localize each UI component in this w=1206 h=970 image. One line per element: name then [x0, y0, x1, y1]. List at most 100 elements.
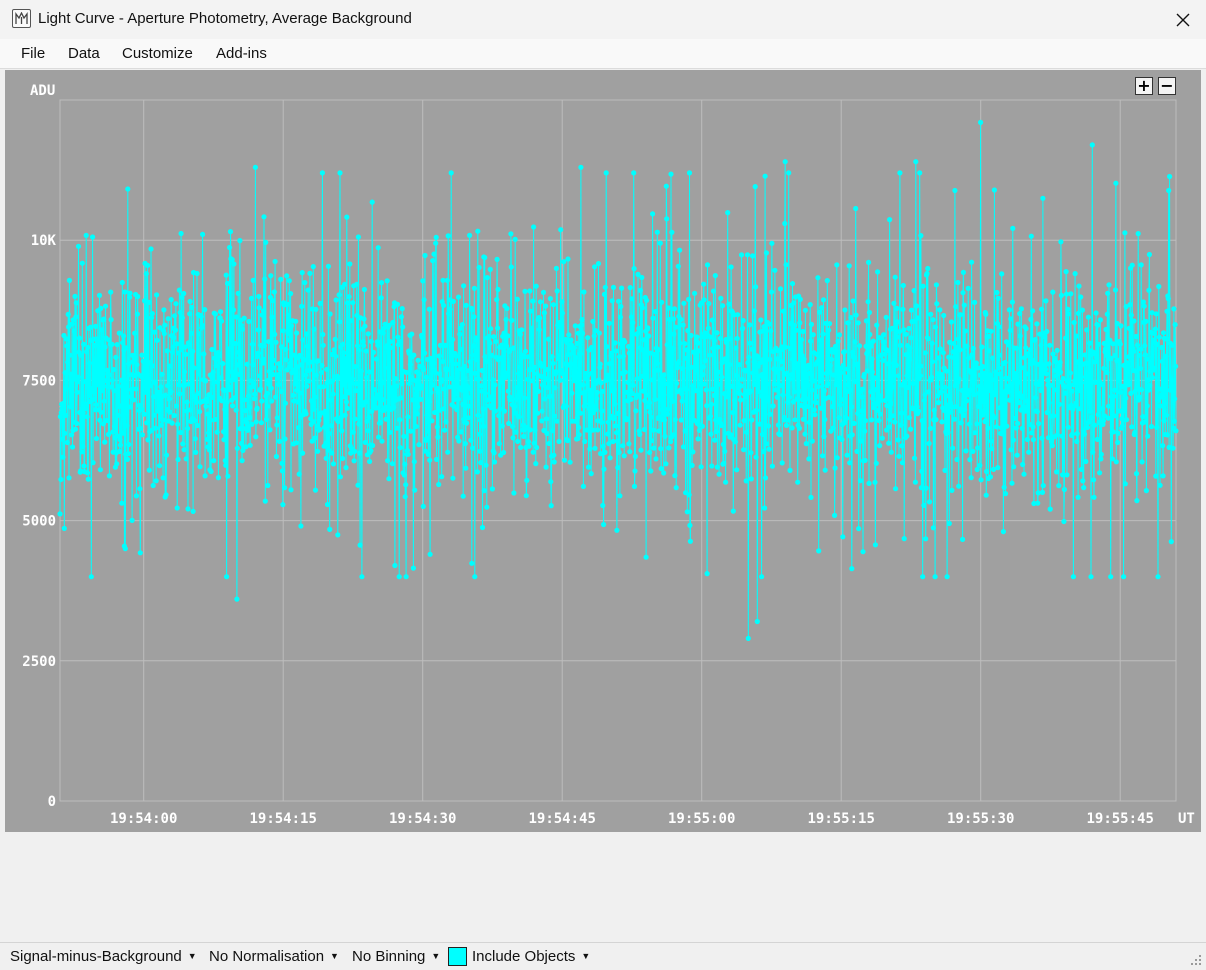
data-point — [307, 359, 313, 365]
data-point — [181, 290, 187, 297]
data-point — [341, 350, 347, 356]
data-point — [717, 335, 724, 341]
data-point — [350, 429, 356, 435]
data-point — [793, 361, 800, 367]
data-point — [713, 429, 719, 435]
data-point — [1144, 403, 1150, 409]
data-point — [872, 542, 879, 548]
data-point — [687, 538, 694, 544]
data-point — [718, 295, 724, 301]
data-point — [117, 448, 123, 454]
data-point — [997, 371, 1004, 377]
data-point — [756, 421, 763, 427]
menu-file[interactable]: File — [21, 45, 45, 62]
menu-customize[interactable]: Customize — [122, 45, 193, 62]
data-point — [737, 391, 743, 397]
data-point — [96, 364, 102, 370]
zoom-out-button[interactable]: − — [1158, 77, 1176, 95]
data-point — [700, 364, 706, 370]
data-point — [1129, 424, 1135, 430]
data-point — [525, 354, 531, 360]
data-point — [1078, 294, 1084, 300]
data-point — [262, 498, 268, 504]
data-point — [908, 426, 914, 432]
data-point — [708, 401, 715, 407]
data-point — [109, 377, 115, 383]
menu-data[interactable]: Data — [68, 45, 100, 62]
data-point — [1113, 180, 1119, 186]
title-bar[interactable]: Light Curve - Aperture Photometry, Avera… — [0, 0, 1206, 39]
binning-dropdown[interactable]: No Binning ▼ — [352, 948, 440, 965]
data-point — [457, 331, 463, 337]
data-point — [71, 328, 77, 334]
data-point — [1151, 367, 1157, 373]
include-objects-dropdown[interactable]: Include Objects ▼ — [472, 948, 590, 965]
data-point — [589, 344, 595, 351]
data-point — [900, 282, 906, 289]
data-point — [851, 355, 858, 361]
close-button[interactable] — [1160, 0, 1206, 39]
data-point — [863, 343, 869, 349]
menu-add-ins[interactable]: Add-ins — [216, 45, 267, 62]
data-point — [892, 274, 898, 280]
data-point — [653, 456, 659, 462]
data-point — [800, 328, 806, 335]
data-point — [111, 367, 117, 373]
data-point — [361, 286, 367, 293]
normalisation-dropdown[interactable]: No Normalisation ▼ — [209, 948, 339, 965]
data-point — [1149, 375, 1155, 381]
data-point — [199, 322, 205, 328]
data-point — [510, 345, 516, 351]
data-point — [568, 361, 574, 367]
data-point — [870, 338, 876, 344]
data-point — [553, 369, 559, 375]
light-curve-plot[interactable]: 0 2500 5000 7500 10K 19:54:00 19:54:15 19:54:30… — [5, 70, 1201, 832]
data-point — [68, 371, 74, 377]
data-point — [107, 372, 113, 378]
data-point — [362, 439, 368, 445]
data-point — [1110, 429, 1116, 435]
data-point — [969, 352, 975, 358]
data-point — [777, 432, 783, 438]
data-point — [933, 417, 939, 423]
data-point — [752, 381, 758, 387]
data-point — [1115, 357, 1122, 363]
data-point — [370, 349, 377, 355]
data-point — [274, 415, 280, 421]
data-point — [665, 406, 671, 412]
signal-dropdown[interactable]: Signal-minus-Background ▼ — [10, 948, 197, 965]
data-point — [1050, 351, 1056, 357]
data-point — [445, 233, 451, 239]
data-point — [923, 536, 929, 542]
data-point — [690, 449, 696, 455]
data-point — [258, 420, 264, 426]
data-point — [567, 459, 573, 465]
data-point — [178, 429, 184, 436]
data-point — [622, 369, 628, 375]
data-point — [877, 443, 883, 449]
data-point — [797, 296, 803, 302]
data-point — [607, 361, 613, 367]
data-point — [162, 322, 168, 328]
data-point — [925, 265, 931, 272]
data-point — [222, 458, 228, 464]
data-point — [1155, 574, 1161, 580]
data-point — [310, 419, 316, 425]
series-color-swatch[interactable] — [448, 947, 467, 966]
zoom-in-button[interactable]: + — [1135, 77, 1153, 95]
data-point — [106, 473, 112, 479]
data-point — [108, 289, 114, 295]
data-point — [821, 433, 827, 440]
data-point — [186, 381, 192, 387]
data-point — [151, 394, 157, 400]
data-point — [899, 443, 905, 449]
data-point — [791, 389, 797, 395]
data-point — [292, 381, 298, 387]
data-point — [269, 314, 275, 320]
data-point — [646, 400, 652, 406]
data-point — [994, 289, 1000, 296]
data-point — [710, 345, 716, 351]
resize-grip-icon[interactable] — [1190, 954, 1202, 966]
data-point — [785, 417, 791, 423]
data-point — [1050, 289, 1056, 295]
